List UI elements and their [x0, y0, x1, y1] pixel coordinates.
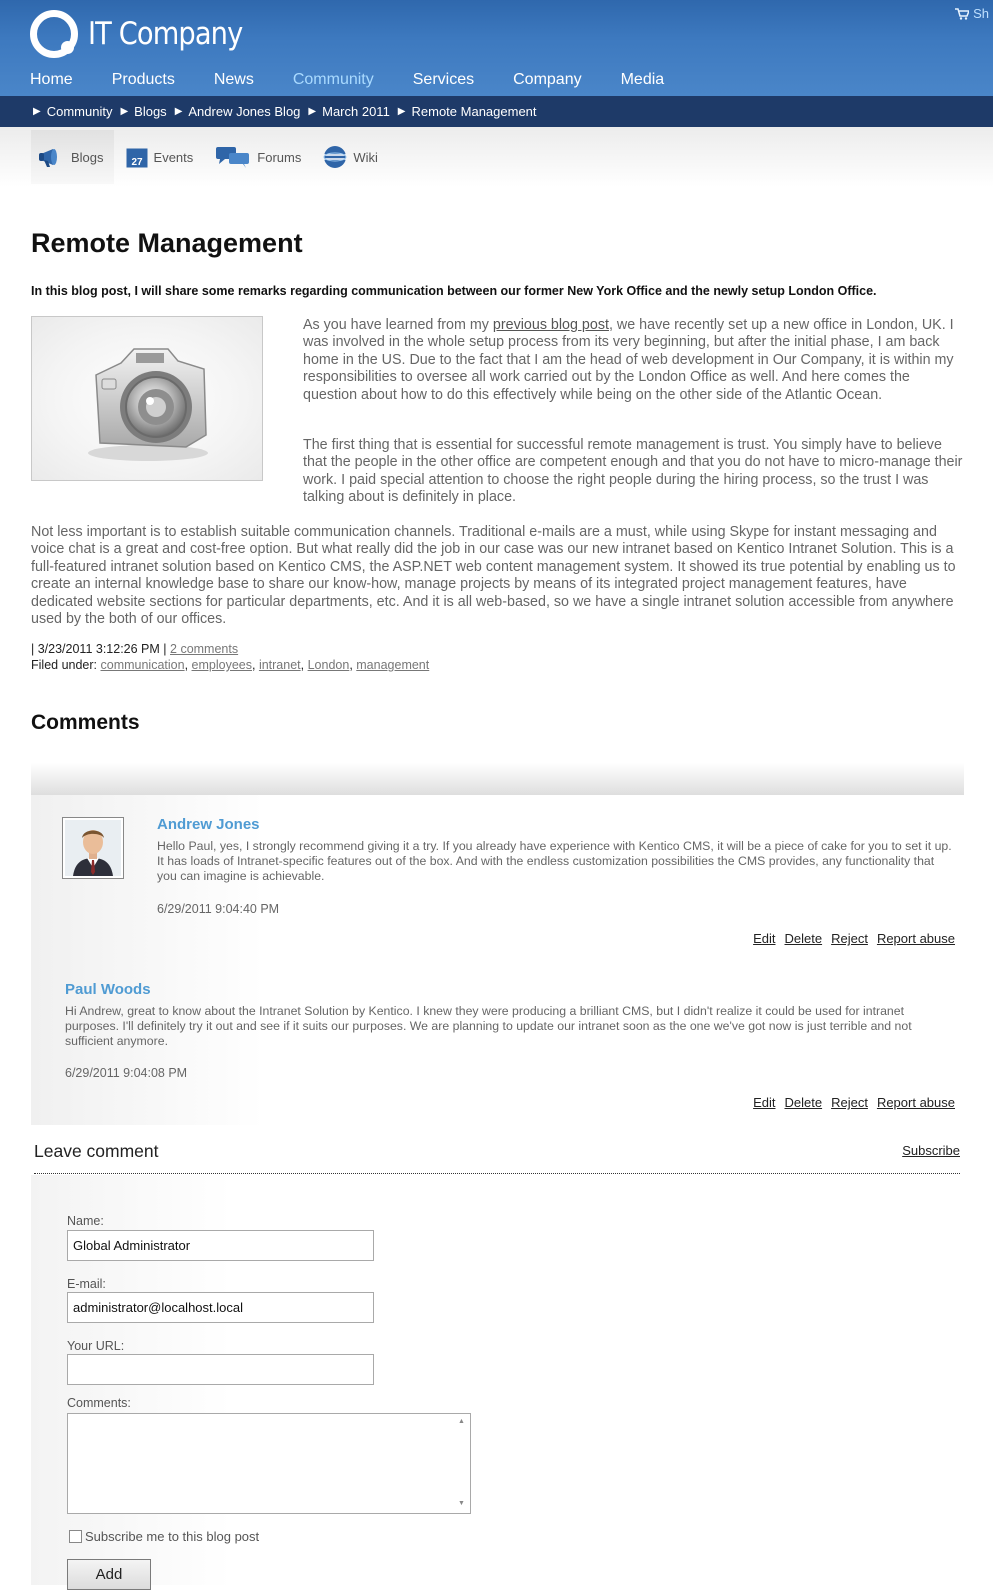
tab-forums-label: Forums	[257, 149, 302, 165]
comment-author[interactable]: Andrew Jones	[157, 816, 260, 833]
comment-actions: Edit Delete Reject Report abuse	[753, 1095, 955, 1110]
breadcrumb-current-page: Remote Management	[411, 104, 537, 119]
divider	[34, 1173, 960, 1174]
edit-comment-button[interactable]: Edit	[753, 1095, 775, 1110]
name-label: Name:	[67, 1214, 104, 1228]
scroll-down-arrow-icon[interactable]: ▼	[458, 1500, 465, 1507]
avatar	[62, 817, 124, 879]
edit-comment-button[interactable]: Edit	[753, 931, 775, 946]
logo-icon	[30, 10, 78, 58]
article-lead: In this blog post, I will share some rem…	[31, 284, 877, 298]
tag-link-management[interactable]: management	[356, 658, 429, 672]
article-paragraph-2: The first thing that is essential for su…	[303, 437, 963, 506]
globe-icon	[323, 145, 347, 169]
breadcrumb-andrew-jones-blog[interactable]: Andrew Jones Blog	[188, 104, 300, 119]
report-abuse-button[interactable]: Report abuse	[877, 1095, 955, 1110]
subscribe-checkbox[interactable]	[69, 1530, 82, 1543]
name-field[interactable]	[67, 1230, 374, 1261]
breadcrumb-arrow-icon: ▶	[33, 106, 41, 117]
tag-link-intranet[interactable]: intranet	[259, 658, 301, 672]
tab-events[interactable]: 27 Events	[118, 130, 204, 184]
reject-comment-button[interactable]: Reject	[831, 1095, 868, 1110]
email-field[interactable]	[67, 1292, 374, 1323]
article-paragraph-3: Not less important is to establish suita…	[31, 524, 956, 628]
comment-date: 6/29/2011 9:04:08 PM	[65, 1066, 188, 1080]
calendar-icon: 27	[126, 146, 148, 168]
breadcrumb-blogs[interactable]: Blogs	[134, 104, 167, 119]
url-label: Your URL:	[67, 1339, 125, 1353]
comment-date: 6/29/2011 9:04:40 PM	[157, 902, 280, 916]
report-abuse-button[interactable]: Report abuse	[877, 931, 955, 946]
reject-comment-button[interactable]: Reject	[831, 931, 868, 946]
calendar-day-number: 27	[131, 157, 143, 168]
tab-events-label: Events	[153, 149, 194, 165]
subscribe-checkbox-row[interactable]: Subscribe me to this blog post	[69, 1529, 259, 1544]
breadcrumb: ▶ Community ▶ Blogs ▶ Andrew Jones Blog ▶ Ma…	[0, 96, 993, 127]
comment-text: Hello Paul, yes, I strongly recommend gi…	[157, 839, 952, 883]
nav-media[interactable]: Media	[621, 71, 665, 89]
comments-textarea[interactable]	[67, 1413, 471, 1514]
scroll-up-arrow-icon[interactable]: ▲	[458, 1418, 465, 1425]
leave-comment-heading: Leave comment	[34, 1141, 159, 1161]
site-logo[interactable]: IT Company	[30, 10, 263, 58]
post-meta: | 3/23/2011 3:12:26 PM | 2 comments File…	[31, 642, 430, 672]
paragraph-text: As you have learned from my	[303, 317, 493, 333]
user-photo-icon	[65, 820, 121, 876]
megaphone-icon	[39, 146, 65, 168]
delete-comment-button[interactable]: Delete	[785, 931, 823, 946]
breadcrumb-arrow-icon: ▶	[174, 106, 183, 117]
filed-under-label: Filed under:	[31, 658, 98, 672]
previous-blog-post-link[interactable]: previous blog post	[493, 317, 609, 333]
shopping-cart-link[interactable]: Sh	[955, 6, 989, 21]
comment-text: Hi Andrew, great to know about the Intra…	[65, 1004, 912, 1048]
comment-author[interactable]: Paul Woods	[65, 981, 151, 998]
tag-link-london[interactable]: London	[308, 658, 350, 672]
cart-label: Sh	[973, 6, 989, 21]
main-navigation: Home Products News Community Services Co…	[30, 71, 703, 89]
site-header: IT Company Sh Home Products News Communi…	[0, 0, 993, 96]
breadcrumb-arrow-icon: ▶	[397, 106, 406, 117]
subscribe-checkbox-label: Subscribe me to this blog post	[85, 1529, 260, 1544]
nav-home[interactable]: Home	[30, 71, 73, 89]
comment-actions: Edit Delete Reject Report abuse	[753, 931, 955, 946]
cart-icon	[955, 7, 970, 20]
breadcrumb-arrow-icon: ▶	[120, 106, 129, 117]
tab-wiki-label: Wiki	[353, 149, 378, 165]
logo-text: IT Company	[88, 16, 243, 52]
breadcrumb-march-2011[interactable]: March 2011	[322, 104, 390, 119]
breadcrumb-arrow-icon: ▶	[308, 106, 317, 117]
breadcrumb-community[interactable]: Community	[47, 104, 113, 119]
post-date: | 3/23/2011 3:12:26 PM |	[31, 642, 167, 656]
tag-link-communication[interactable]: communication	[101, 658, 185, 672]
page-title: Remote Management	[31, 228, 303, 258]
nav-news[interactable]: News	[214, 71, 254, 89]
url-field[interactable]	[67, 1354, 374, 1385]
tag-link-employees[interactable]: employees	[192, 658, 252, 672]
subscribe-link[interactable]: Subscribe	[902, 1143, 960, 1158]
tab-blogs[interactable]: Blogs	[31, 130, 114, 184]
community-subtabs: Blogs 27 Events Forums Wiki	[31, 130, 392, 184]
chat-bubbles-icon	[215, 145, 251, 169]
delete-comment-button[interactable]: Delete	[785, 1095, 823, 1110]
article-image	[31, 316, 263, 481]
tab-blogs-label: Blogs	[71, 149, 104, 165]
tab-wiki[interactable]: Wiki	[315, 130, 388, 184]
nav-community[interactable]: Community	[293, 71, 374, 89]
nav-products[interactable]: Products	[112, 71, 175, 89]
comments-label: Comments:	[67, 1396, 131, 1410]
nav-services[interactable]: Services	[413, 71, 474, 89]
email-label: E-mail:	[67, 1277, 106, 1291]
add-comment-button[interactable]: Add	[67, 1559, 151, 1590]
camera-icon	[88, 348, 208, 461]
nav-company[interactable]: Company	[513, 71, 581, 89]
article-paragraph-1: As you have learned from my previous blo…	[303, 317, 963, 404]
tab-forums[interactable]: Forums	[207, 130, 311, 184]
comments-header-bar	[31, 763, 964, 795]
comments-count-link[interactable]: 2 comments	[170, 642, 238, 656]
comments-heading: Comments	[31, 711, 140, 734]
